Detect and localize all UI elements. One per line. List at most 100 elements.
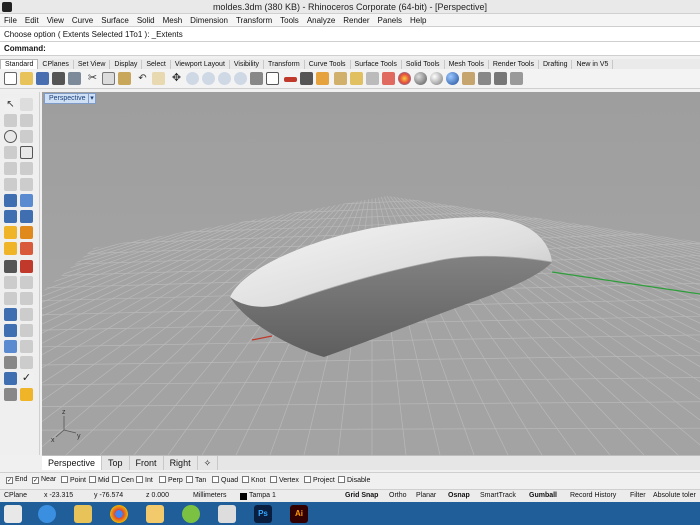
select-icon[interactable]: [300, 72, 313, 85]
polyline-icon[interactable]: [4, 114, 17, 127]
osnap-cen-checkbox[interactable]: [112, 476, 119, 483]
tab-standard[interactable]: Standard: [0, 59, 39, 69]
rhino-taskbar-icon[interactable]: [218, 505, 236, 523]
osnap-quad-checkbox[interactable]: [212, 476, 219, 483]
tab-surface-tools[interactable]: Surface Tools: [351, 60, 402, 69]
grid-icon[interactable]: [4, 356, 17, 369]
view-tab-front[interactable]: Front: [130, 456, 164, 470]
curve-icon[interactable]: [20, 114, 33, 127]
menu-solid[interactable]: Solid: [133, 14, 159, 25]
object-properties-icon[interactable]: [316, 72, 329, 85]
viewport-title[interactable]: Perspective: [44, 93, 91, 104]
hide-objects-icon[interactable]: [334, 72, 347, 85]
import-icon[interactable]: [68, 72, 81, 85]
lock-icon[interactable]: [366, 72, 379, 85]
start-windows-icon[interactable]: [4, 505, 22, 523]
rotate-view-icon[interactable]: [250, 72, 263, 85]
tab-mesh-tools[interactable]: Mesh Tools: [445, 60, 489, 69]
menu-render[interactable]: Render: [339, 14, 373, 25]
four-viewports-icon[interactable]: [266, 72, 279, 85]
status-cplane[interactable]: CPlane: [4, 492, 27, 499]
chrome-icon[interactable]: [110, 505, 128, 523]
tab-display[interactable]: Display: [110, 60, 143, 69]
absolute-tolerance[interactable]: Absolute toler: [653, 492, 696, 499]
menu-mesh[interactable]: Mesh: [159, 14, 187, 25]
osnap-near[interactable]: ✓ Near: [32, 476, 56, 484]
green-app-icon[interactable]: [182, 505, 200, 523]
fillet-icon[interactable]: [4, 178, 17, 191]
toolbox-icon[interactable]: [478, 72, 491, 85]
trim-icon[interactable]: [20, 260, 33, 273]
check-icon[interactable]: ✓: [20, 372, 33, 385]
osnap-knot[interactable]: Knot: [242, 476, 265, 484]
save-icon[interactable]: [36, 72, 49, 85]
osnap-knot-checkbox[interactable]: [242, 476, 249, 483]
tab-transform[interactable]: Transform: [264, 60, 305, 69]
mesh-icon[interactable]: [4, 242, 17, 255]
menu-help[interactable]: Help: [406, 14, 430, 25]
rendered-sphere-icon[interactable]: [430, 72, 443, 85]
ortho-toggle[interactable]: Ortho: [389, 492, 407, 499]
paste-icon[interactable]: [118, 72, 131, 85]
planar-toggle[interactable]: Planar: [416, 492, 436, 499]
polygon-icon[interactable]: [4, 162, 17, 175]
color-wheel-icon[interactable]: [398, 72, 411, 85]
help-icon[interactable]: [510, 72, 523, 85]
mirror-icon[interactable]: [20, 324, 33, 337]
osnap-disable[interactable]: Disable: [338, 476, 370, 484]
osnap-int-checkbox[interactable]: [136, 476, 143, 483]
osnap-int[interactable]: Int: [136, 476, 153, 484]
ellipse-icon[interactable]: [4, 146, 17, 159]
viewport-canvas[interactable]: z y x: [42, 92, 700, 455]
status-units[interactable]: Millimeters: [193, 492, 226, 499]
menu-surface[interactable]: Surface: [97, 14, 133, 25]
menu-dimension[interactable]: Dimension: [186, 14, 232, 25]
osnap-mid[interactable]: Mid: [89, 476, 109, 484]
open-folder-icon[interactable]: [20, 72, 33, 85]
osnap-point-checkbox[interactable]: [61, 476, 68, 483]
osnap-vertex[interactable]: Vertex: [270, 476, 299, 484]
layout-icon[interactable]: [4, 372, 17, 385]
osnap-perp[interactable]: Perp: [159, 476, 183, 484]
scale-icon[interactable]: [4, 324, 17, 337]
zoom-icon[interactable]: [186, 72, 199, 85]
copy-icon[interactable]: [102, 72, 115, 85]
photoshop-icon[interactable]: Ps: [254, 505, 272, 523]
cplane-icon[interactable]: [284, 77, 297, 82]
osnap-disable-checkbox[interactable]: [338, 476, 345, 483]
menu-analyze[interactable]: Analyze: [303, 14, 339, 25]
osnap-point[interactable]: Point: [61, 476, 86, 484]
new-file-icon[interactable]: [4, 72, 17, 85]
perspective-viewport[interactable]: z y x Perspective ▾: [42, 92, 700, 455]
viewport-menu-chevron-icon[interactable]: ▾: [88, 93, 96, 104]
grid-snap-toggle[interactable]: Grid Snap: [345, 492, 378, 499]
render-tool-icon[interactable]: [4, 388, 17, 401]
menu-transform[interactable]: Transform: [232, 14, 276, 25]
osnap-perp-checkbox[interactable]: [159, 476, 166, 483]
light-icon[interactable]: [20, 388, 33, 401]
tab-viewport-layout[interactable]: Viewport Layout: [171, 60, 230, 69]
shaded-sphere-icon[interactable]: [414, 72, 427, 85]
surface-icon[interactable]: [4, 194, 17, 207]
osnap-end[interactable]: ✓ End: [6, 476, 27, 484]
explode-icon[interactable]: [4, 260, 17, 273]
sphere-icon[interactable]: [20, 210, 33, 223]
view-tab-top[interactable]: Top: [102, 456, 130, 470]
osnap-mid-checkbox[interactable]: [89, 476, 96, 483]
add-view-tab-icon[interactable]: ✧: [198, 456, 219, 470]
rectangle-icon[interactable]: [20, 146, 33, 159]
text-icon[interactable]: [4, 308, 17, 321]
analyze-icon[interactable]: [20, 356, 33, 369]
tab-cplanes[interactable]: CPlanes: [38, 60, 74, 69]
print-icon[interactable]: [52, 72, 65, 85]
tab-render-tools[interactable]: Render Tools: [489, 60, 539, 69]
menu-edit[interactable]: Edit: [21, 14, 43, 25]
gumball-toggle[interactable]: Gumball: [529, 492, 557, 499]
join-icon[interactable]: [4, 276, 17, 289]
box-icon[interactable]: [4, 210, 17, 223]
cut-icon[interactable]: ✂: [86, 72, 99, 85]
copy-tool-icon[interactable]: [20, 292, 33, 305]
circle-icon[interactable]: [4, 130, 17, 143]
move-view-icon[interactable]: ✥: [170, 72, 183, 85]
osnap-end-checkbox[interactable]: ✓: [6, 477, 13, 484]
